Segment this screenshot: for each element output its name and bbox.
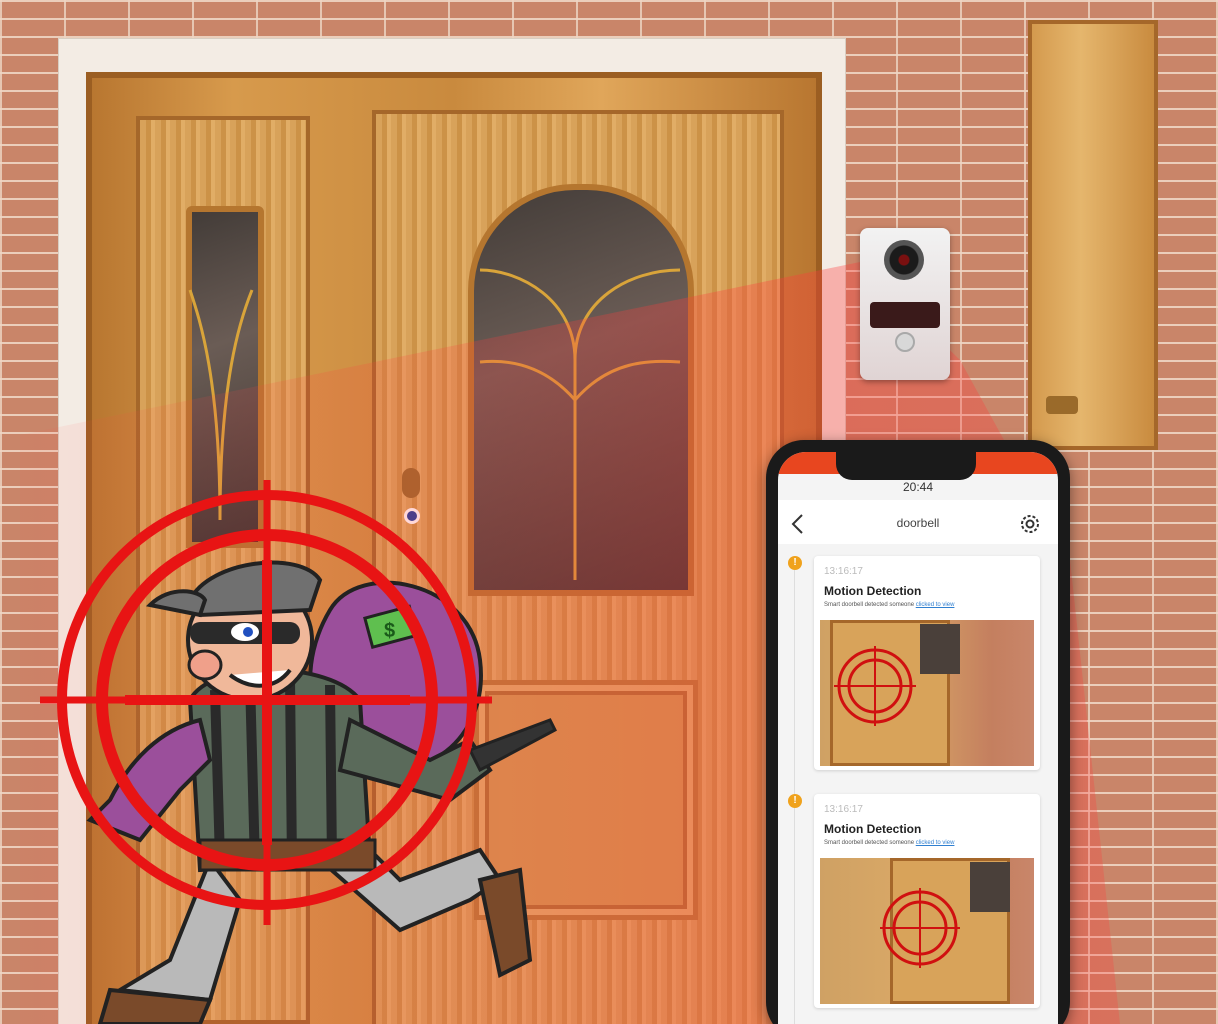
thief-body: $ <box>86 560 557 1024</box>
svg-text:$: $ <box>384 620 395 642</box>
notification-time: 13:16:17 <box>824 804 863 815</box>
thumb-reticle <box>834 646 916 726</box>
notification-time: 13:16:17 <box>824 566 863 577</box>
notification-title: Motion Detection <box>824 584 922 598</box>
timeline-line <box>794 556 795 1024</box>
thumb-reticle <box>880 888 960 968</box>
scene: $ 20:44 doorbell ! 13:16:17 Motion Detec… <box>0 0 1218 1024</box>
view-link[interactable]: clicked to view <box>916 602 955 608</box>
snapshot-thumbnail[interactable] <box>820 858 1034 1004</box>
notification-description: Smart doorbell detected someone clicked … <box>824 840 955 846</box>
phone-notch <box>836 452 976 480</box>
phone-screen: 20:44 doorbell ! 13:16:17 Motion Detecti… <box>778 452 1058 1024</box>
alert-icon: ! <box>788 794 802 808</box>
view-link[interactable]: clicked to view <box>916 840 955 846</box>
gear-icon[interactable] <box>1018 512 1042 536</box>
app-title: doorbell <box>896 516 940 530</box>
alert-icon: ! <box>788 556 802 570</box>
notification-card[interactable]: 13:16:17 Motion Detection Smart doorbell… <box>814 794 1040 1008</box>
notification-description: Smart doorbell detected someone clicked … <box>824 602 955 608</box>
clock: 20:44 <box>902 480 934 494</box>
target-reticle <box>40 480 492 925</box>
snapshot-thumbnail[interactable] <box>820 620 1034 766</box>
notification-title: Motion Detection <box>824 822 922 836</box>
notification-card[interactable]: 13:16:17 Motion Detection Smart doorbell… <box>814 556 1040 770</box>
